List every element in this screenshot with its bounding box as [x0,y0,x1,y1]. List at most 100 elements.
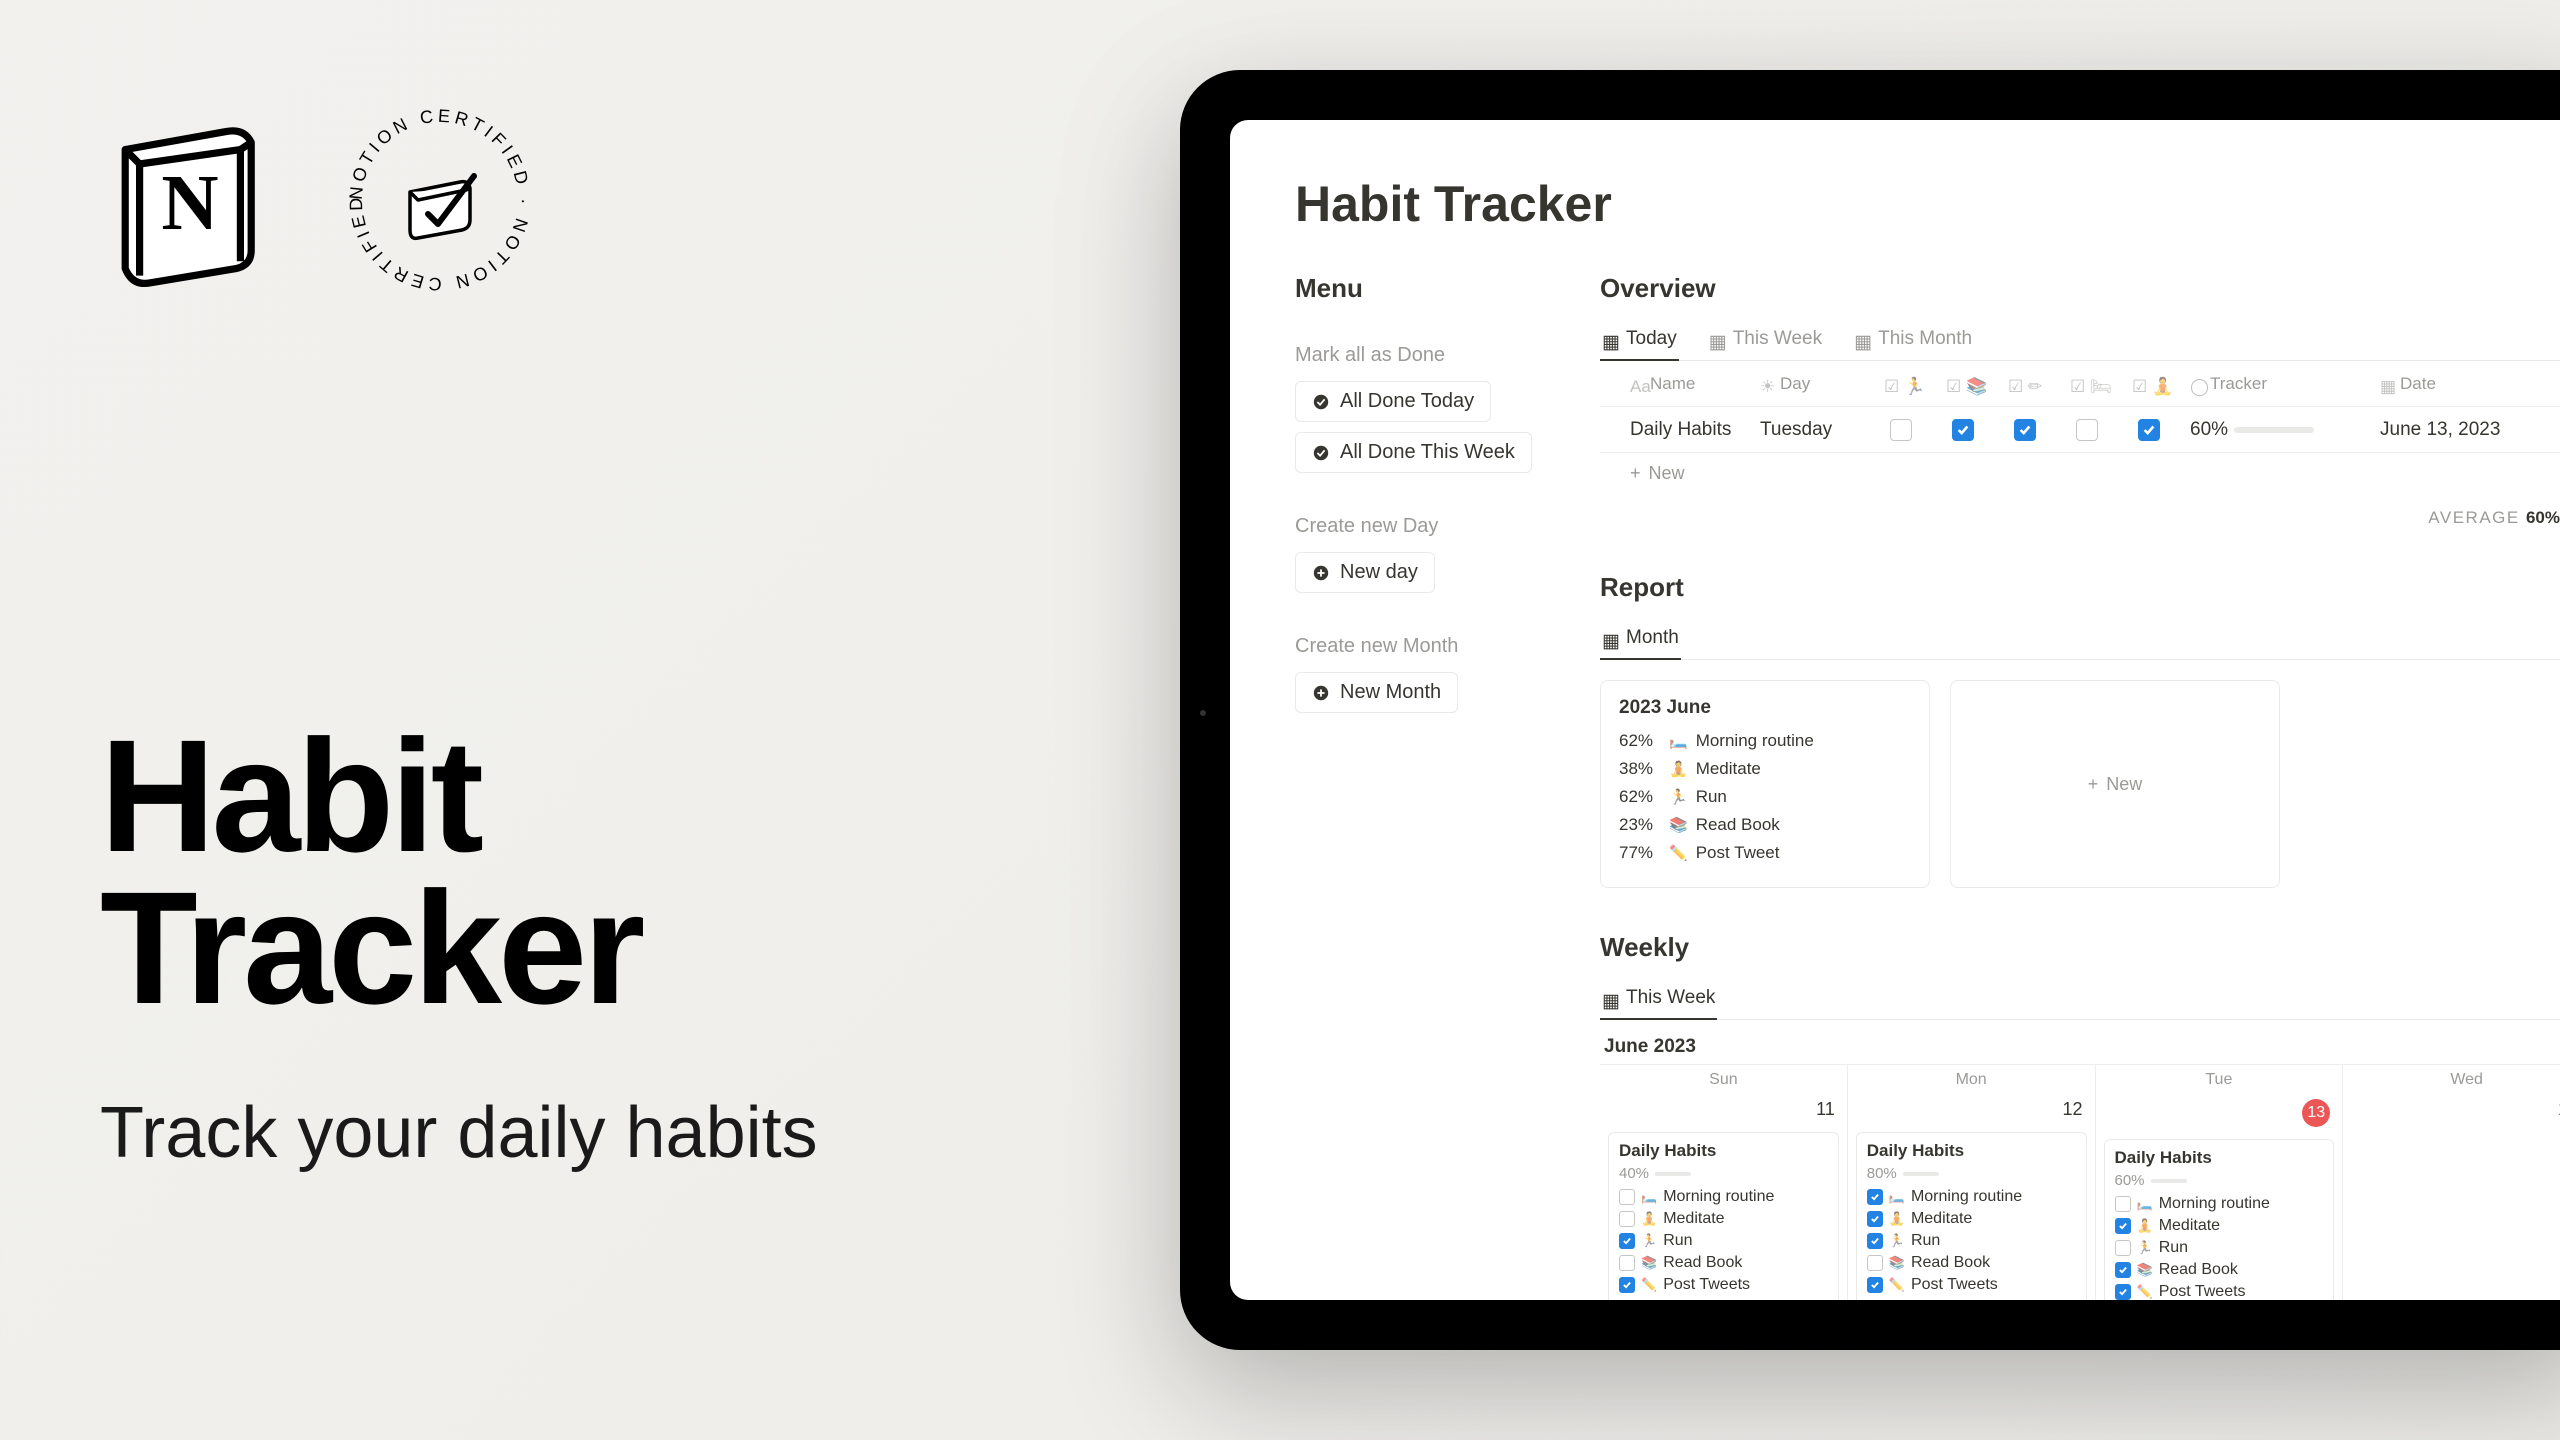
week-dow: Wed [2343,1065,2560,1095]
row-date: June 13, 2023 [2370,411,2560,449]
overview-average: AVERAGE 60% [1600,494,2560,528]
col-date: Date [2400,374,2436,394]
weekly-habit-line: 🏃Run [1867,1232,2076,1250]
weekly-habit-line: 🛏️Morning routine [2115,1195,2324,1213]
report-month-card[interactable]: 2023 June 62%🛏️Morning routine 38%🧘Medita… [1600,680,1930,888]
checkbox[interactable] [2115,1218,2131,1234]
weekly-day-card[interactable]: Daily Habits 60% 🛏️Morning routine🧘Medit… [2104,1139,2335,1300]
checkbox[interactable] [1867,1189,1883,1205]
overview-add-new[interactable]: + New [1600,453,2560,494]
checkbox[interactable] [1619,1277,1635,1293]
habit-col-icon-4: 🛏 [2090,377,2104,391]
week-column-0: Sun 11 Daily Habits 40% 🛏️Morning routin… [1600,1065,1848,1300]
notion-logo-icon: N [100,110,280,290]
checkbox[interactable] [1890,419,1912,441]
sun-icon: ☀ [1760,377,1774,391]
overview-heading: Overview [1600,273,2560,304]
week-date: 12 [1848,1095,2095,1124]
checkbox[interactable] [1619,1255,1635,1271]
col-name: Name [1650,374,1695,394]
week-dow: Mon [1848,1065,2095,1095]
week-column-3: Wed 14 [2343,1065,2560,1300]
habit-col-icon-3: ✏ [2028,377,2042,391]
menu-button-1-0[interactable]: New day [1295,552,1435,593]
habit-emoji-icon: 🧘 [1641,1211,1657,1227]
plus-icon: + [2088,774,2099,795]
checkbox[interactable] [1619,1189,1635,1205]
check-circle-icon [1312,444,1330,462]
tab-overview-2[interactable]: ▦This Month [1852,322,1974,360]
circle-icon: ◯ [2190,377,2204,391]
weekly-habit-line: 🏃Run [2115,1239,2324,1257]
checkbox[interactable] [1952,419,1974,441]
overview-tabs: ▦Today ▦This Week ▦This Month [1600,322,2560,361]
checkbox[interactable] [1867,1277,1883,1293]
table-icon: ▦ [1602,331,1618,347]
checkbox-col-icon: ☑ [2070,377,2084,391]
habit-emoji-icon: 🛏️ [1641,1189,1657,1205]
hero: N NOTION CERTIFIED · NOTION CERTIFIED · … [100,100,1000,1173]
menu-button-0-1[interactable]: All Done This Week [1295,432,1532,473]
weekly-day-pct: 60% [2115,1172,2324,1189]
menu-button-label: All Done Today [1340,390,1474,413]
checkbox[interactable] [2076,419,2098,441]
tab-overview-0[interactable]: ▦Today [1600,322,1679,360]
logo-row: N NOTION CERTIFIED · NOTION CERTIFIED · [100,100,1000,300]
weekly-habit-line: 🧘Meditate [1619,1210,1828,1228]
menu-button-0-0[interactable]: All Done Today [1295,381,1491,422]
menu-group-label: Mark all as Done [1295,344,1555,367]
week-column-2: Tue 13 Daily Habits 60% 🛏️Morning routin… [2096,1065,2344,1300]
overview-header-row: AaName ☀Day ☑🏃 ☑📚 ☑✏ ☑🛏 ☑🧘 ◯Tracker ▦Dat… [1600,361,2560,407]
habit-col-icon-5: 🧘 [2152,377,2166,391]
checkbox[interactable] [2115,1262,2131,1278]
checkbox[interactable] [2014,419,2036,441]
plus-circle-icon [1312,564,1330,582]
checkbox[interactable] [2115,1196,2131,1212]
calendar-icon: ▦ [2380,377,2394,391]
row-name: Daily Habits [1600,411,1750,449]
habit-emoji-icon: 🧘 [1889,1211,1905,1227]
habit-emoji-icon: 🏃 [1889,1233,1905,1249]
report-add-new-card[interactable]: + New [1950,680,2280,888]
checkbox[interactable] [2138,419,2160,441]
weekly-tabs: ▦This Week [1600,981,2560,1020]
habit-emoji-icon: 🛏️ [1889,1189,1905,1205]
tablet-camera-dot [1200,710,1206,716]
tab-report-month[interactable]: ▦Month [1600,621,1681,659]
week-dow: Tue [2096,1065,2343,1095]
menu-group-label: Create new Day [1295,515,1555,538]
weekly-day-pct: 40% [1619,1165,1828,1182]
report-stat: 62%🛏️Morning routine [1619,731,1911,751]
weekly-day-title: Daily Habits [2115,1148,2324,1168]
checkbox[interactable] [1867,1255,1883,1271]
weekly-day-card[interactable]: Daily Habits 80% 🛏️Morning routine🧘Medit… [1856,1132,2087,1300]
report-card-title: 2023 June [1619,697,1911,719]
weekly-day-card[interactable]: Daily Habits 40% 🛏️Morning routine🧘Medit… [1608,1132,1839,1300]
weekly-day-pct: 80% [1867,1165,2076,1182]
habit-emoji-icon: 🛏️ [2137,1196,2153,1212]
habit-emoji-icon: 📚 [2137,1262,2153,1278]
habit-col-icon-1: 🏃 [1904,377,1918,391]
col-day: Day [1780,374,1810,394]
habit-emoji-icon: ✏️ [1641,1277,1657,1293]
weekly-habit-line: 🛏️Morning routine [1619,1188,1828,1206]
habit-emoji-icon: 🏃 [1669,788,1688,806]
tab-weekly-thisweek[interactable]: ▦This Week [1600,981,1717,1019]
menu-button-2-0[interactable]: New Month [1295,672,1458,713]
svg-text:N: N [161,159,218,247]
tab-overview-1[interactable]: ▦This Week [1707,322,1824,360]
week-date: 14 [2343,1095,2560,1124]
checkbox[interactable] [2115,1284,2131,1300]
checkbox[interactable] [1867,1211,1883,1227]
habit-emoji-icon: 🏃 [2137,1240,2153,1256]
add-new-label: New [1649,463,1685,484]
row-tracker: 60% [2180,411,2370,449]
checkbox[interactable] [2115,1240,2131,1256]
checkbox[interactable] [1867,1233,1883,1249]
report-stat: 38%🧘Meditate [1619,759,1911,779]
overview-data-row[interactable]: Daily Habits Tuesday 60% June 13, 2023 [1600,407,2560,453]
checkbox-col-icon: ☑ [1946,377,1960,391]
checkbox[interactable] [1619,1233,1635,1249]
checkbox[interactable] [1619,1211,1635,1227]
checkbox-col-icon: ☑ [1884,377,1898,391]
